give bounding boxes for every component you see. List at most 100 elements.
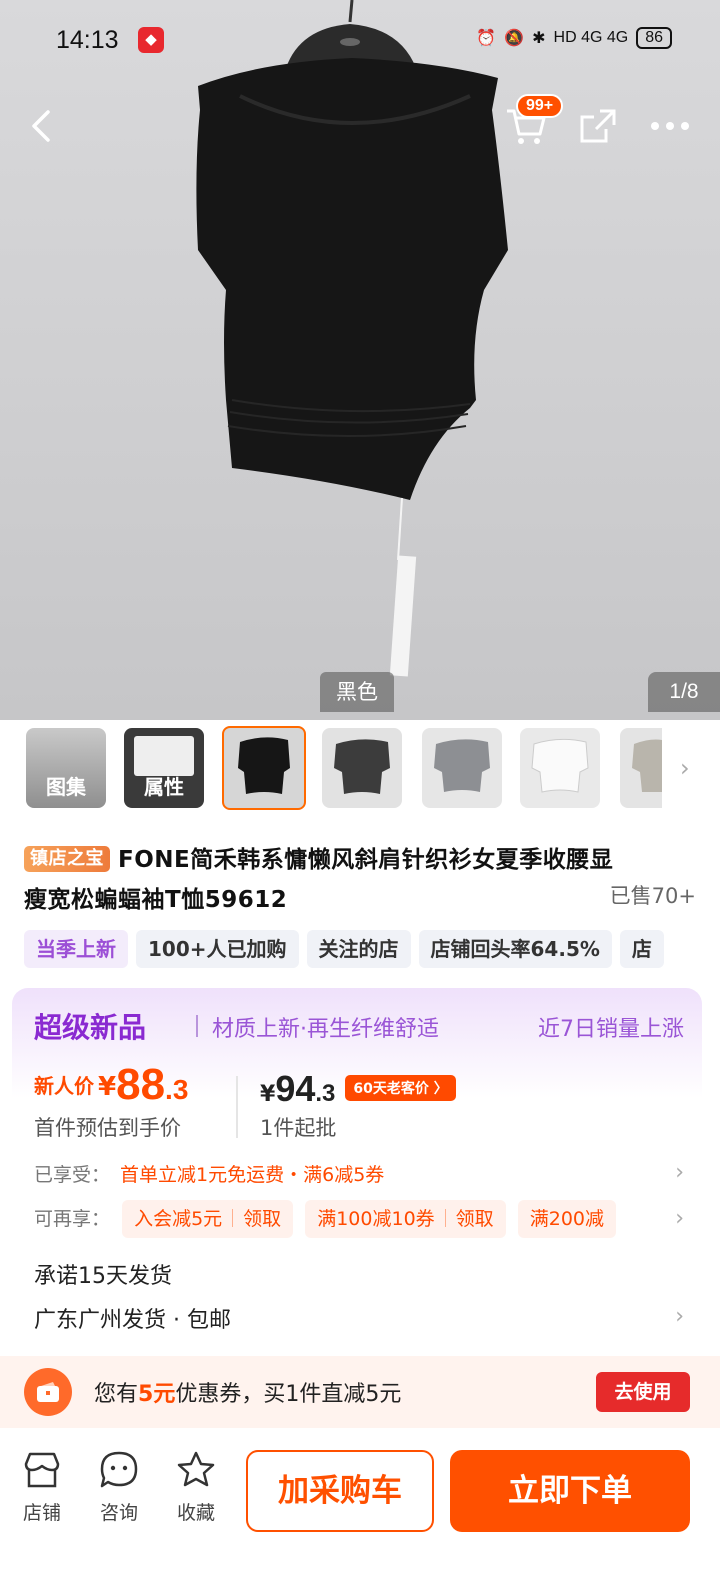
notification-app-icon: ◆	[138, 27, 164, 53]
alarm-icon: ⏰	[476, 30, 497, 47]
darkgray-shirt-thumb	[334, 739, 390, 794]
min-order-text: 1件起批	[260, 1116, 337, 1140]
new-price-decimal: .3	[165, 1074, 189, 1105]
new-price-label: 新人价	[34, 1074, 94, 1098]
star-icon	[177, 1451, 215, 1487]
thumbnail-attributes[interactable]: 属性	[124, 728, 204, 808]
chevron-right-icon[interactable]: ›	[669, 1200, 684, 1238]
coupon-chip[interactable]: 满200减	[517, 1200, 616, 1238]
coupon-chip[interactable]: 入会减5元 领取	[122, 1200, 294, 1238]
product-main-image[interactable]: 14:13 ◆ ⏰ 🔕 ✱ HD 4G 4G 86 99+ 黑色 1/8	[0, 0, 720, 720]
new-customer-price: 新人价 ¥88.3	[34, 1060, 234, 1110]
shop-icon	[24, 1452, 60, 1488]
consult-label: 咨询	[99, 1502, 138, 1524]
coupon-text: 满200减	[529, 1208, 604, 1230]
chat-icon	[100, 1451, 138, 1488]
tag-item[interactable]: 当季上新	[24, 930, 128, 968]
title-line-2: 瘦宽松蝙蝠袖T恤59612	[24, 887, 288, 913]
attributes-preview	[134, 736, 194, 776]
title-line-1: FONE简禾韩系慵懒风斜肩针织衫女夏季收腰显	[118, 847, 614, 873]
currency-symbol: ¥	[260, 1082, 276, 1107]
delivery-promise: 承诺15天发货	[34, 1264, 172, 1289]
sold-count: 已售70+	[609, 884, 696, 908]
enjoyed-value: 首单立减1元免运费・满6减5券	[120, 1164, 385, 1186]
favorite-button[interactable]: 收藏	[161, 1450, 231, 1525]
more-discounts-row: 可再享： 入会减5元 领取 满100减10券 领取 满200减 ›	[34, 1200, 684, 1238]
cart-count-badge: 99+	[516, 94, 564, 118]
shipping-text: 广东广州发货 · 包邮	[34, 1308, 231, 1333]
tag-item[interactable]: 店	[619, 930, 664, 968]
regular-price-decimal: .3	[315, 1080, 336, 1107]
more-dots-icon	[651, 122, 689, 130]
thumbnail-label: 属性	[144, 775, 184, 799]
more-button[interactable]	[642, 98, 698, 154]
gray-shirt-thumb	[434, 739, 490, 792]
coupon-text: 满100减10券	[317, 1208, 435, 1230]
divider	[236, 1076, 238, 1138]
buy-now-button[interactable]: 立即下单	[450, 1450, 690, 1532]
sales-trend-text: 近7日销量上涨	[538, 1017, 684, 1042]
coupon-chip[interactable]: 满100减10券 领取	[305, 1200, 506, 1238]
back-button[interactable]	[14, 98, 70, 154]
new-price-integer: 88	[116, 1060, 166, 1109]
super-new-header[interactable]: 超级新品 材质上新·再生纤维舒适 近7日销量上涨	[34, 1006, 684, 1046]
bottom-action-bar: 店铺 咨询 收藏 加采购车 立即下单	[0, 1428, 720, 1584]
coupon-reminder-bar: 您有5元优惠券，买1件直减5元 去使用	[0, 1356, 720, 1428]
coupon-wallet-icon	[24, 1368, 72, 1416]
divider	[444, 1209, 446, 1227]
use-coupon-button[interactable]: 去使用	[596, 1372, 690, 1412]
claim-button[interactable]: 领取	[243, 1208, 281, 1230]
super-new-title: 超级新品	[34, 1011, 147, 1044]
share-icon	[580, 109, 616, 143]
bluetooth-icon: ✱	[532, 30, 546, 47]
coupon-reminder-text: 您有5元优惠券，买1件直减5元	[94, 1382, 402, 1407]
thumbnail-darkgray[interactable]	[322, 728, 402, 808]
currency-symbol: ¥	[98, 1072, 117, 1102]
signal-text: HD 4G 4G	[553, 29, 629, 46]
beige-shirt-thumb	[632, 739, 662, 792]
chevron-right-icon: ›	[675, 1160, 684, 1185]
claim-button[interactable]: 领取	[456, 1208, 494, 1230]
tag-item[interactable]: 100+人已加购	[136, 930, 299, 968]
new-price-subtitle: 首件预估到手价	[34, 1116, 181, 1140]
enjoyed-label: 已享受：	[34, 1164, 111, 1186]
shop-button[interactable]: 店铺	[7, 1450, 77, 1525]
tag-item[interactable]: 店铺回头率64.5%	[418, 930, 612, 968]
divider	[196, 1015, 198, 1037]
favorite-label: 收藏	[176, 1502, 215, 1524]
white-shirt-thumb	[531, 738, 589, 793]
super-new-subtitle: 材质上新·再生纤维舒适	[212, 1017, 439, 1042]
product-tags: 当季上新 100+人已加购 关注的店 店铺回头率64.5% 店	[24, 930, 720, 968]
chevron-left-icon	[32, 110, 50, 142]
regular-price-integer: 94	[275, 1068, 316, 1109]
chevron-right-icon[interactable]: ›	[680, 754, 690, 782]
thumbnail-strip: 图集 属性 ›	[0, 720, 720, 820]
black-shirt-thumb	[238, 737, 290, 794]
color-label: 黑色	[320, 672, 394, 712]
shop-treasure-badge: 镇店之宝	[24, 846, 110, 872]
thumbnail-black[interactable]	[222, 726, 306, 810]
mute-icon: 🔕	[504, 30, 525, 47]
chevron-right-icon: ›	[675, 1304, 684, 1329]
thumbnail-gray[interactable]	[422, 728, 502, 808]
thumbnail-gallery[interactable]: 图集	[26, 728, 106, 808]
status-icons: ⏰ 🔕 ✱ HD 4G 4G 86	[476, 27, 672, 49]
shop-label: 店铺	[22, 1502, 61, 1524]
divider	[232, 1209, 234, 1227]
thumbnail-partial[interactable]	[620, 728, 662, 808]
promo-card: 超级新品 材质上新·再生纤维舒适 近7日销量上涨 新人价 ¥88.3 首件预估到手…	[12, 988, 702, 1360]
coupon-amount: 5元	[138, 1382, 176, 1407]
tag-item[interactable]: 关注的店	[306, 930, 411, 968]
share-button[interactable]	[570, 98, 626, 154]
status-bar: 14:13 ◆ ⏰ 🔕 ✱ HD 4G 4G 86	[0, 0, 720, 78]
coupon-text: 入会减5元	[134, 1208, 223, 1230]
shipping-row[interactable]: 广东广州发货 · 包邮 ›	[34, 1302, 684, 1334]
thumbnail-white[interactable]	[520, 728, 600, 808]
consult-button[interactable]: 咨询	[84, 1450, 154, 1525]
enjoyed-discounts-row[interactable]: 已享受： 首单立减1元免运费・满6减5券 ›	[34, 1160, 684, 1190]
returning-customer-badge[interactable]: 60天老客价 〉	[345, 1075, 456, 1101]
more-label: 可再享：	[34, 1208, 111, 1230]
thumbnail-label: 图集	[46, 775, 86, 799]
add-to-cart-button[interactable]: 加采购车	[246, 1450, 434, 1532]
product-title: 镇店之宝 FONE简禾韩系慵懒风斜肩针织衫女夏季收腰显 瘦宽松蝙蝠袖T恤59612	[24, 840, 704, 920]
